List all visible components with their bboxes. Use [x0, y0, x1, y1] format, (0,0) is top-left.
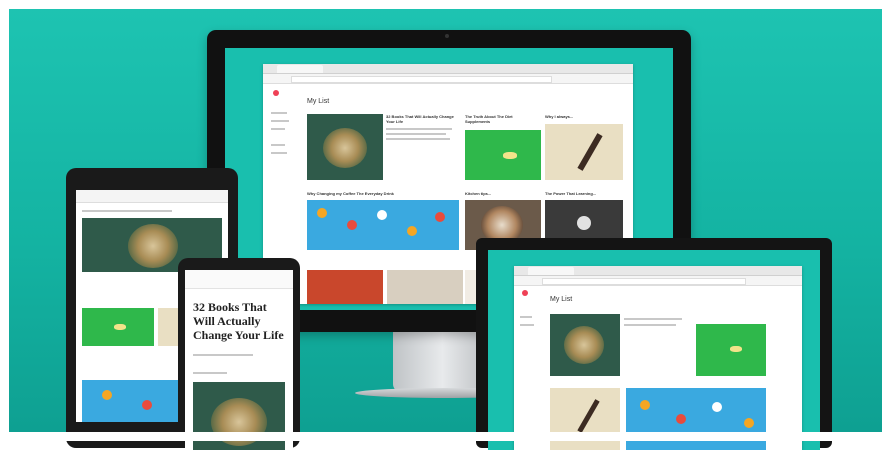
sidebar-item[interactable]	[520, 324, 534, 326]
scene-background: My List 32 Books That Will Actually Chan…	[0, 0, 891, 450]
card-image[interactable]	[696, 324, 766, 376]
card-title[interactable]: 32 Books That Will Actually Change Your …	[386, 114, 454, 124]
card-image[interactable]	[193, 382, 285, 450]
phone-device: 32 Books That Will Actually Change Your …	[178, 258, 300, 450]
sidebar-item[interactable]	[271, 144, 285, 146]
browser-tab-bar	[263, 64, 633, 74]
card-title[interactable]: Why I always...	[545, 114, 617, 119]
card-image[interactable]	[550, 314, 620, 376]
browser-url-bar	[514, 276, 802, 286]
sidebar-item[interactable]	[271, 128, 285, 130]
card-image[interactable]	[307, 114, 383, 180]
card-image[interactable]	[82, 308, 154, 346]
pocket-logo-icon[interactable]	[522, 290, 528, 296]
card-title[interactable]: Kitchen tips...	[465, 191, 539, 196]
card-title[interactable]: The Power That Learning...	[545, 191, 621, 196]
sidebar-item[interactable]	[271, 120, 289, 122]
page-heading: My List	[307, 98, 330, 105]
browser-url-bar	[263, 74, 633, 84]
card-image[interactable]	[307, 270, 383, 304]
address-field[interactable]	[542, 278, 746, 285]
tablet-article-title[interactable]	[82, 210, 172, 212]
sidebar-item[interactable]	[520, 316, 532, 318]
card-image[interactable]	[307, 200, 459, 250]
page-heading: My List	[550, 296, 573, 303]
browser-tab-bar	[514, 266, 802, 276]
monitor-screen: My List	[488, 250, 820, 450]
browser-tab[interactable]	[277, 65, 323, 73]
monitor-device: My List	[476, 238, 832, 450]
address-field[interactable]	[291, 76, 552, 83]
card-title[interactable]: The Truth About The Diet Supplements	[465, 114, 537, 124]
sidebar-item[interactable]	[271, 152, 287, 154]
phone-article-title: 32 Books That Will Actually Change Your …	[193, 300, 284, 342]
camera-icon	[445, 34, 449, 38]
browser-tab[interactable]	[528, 267, 574, 275]
phone-toolbar	[185, 270, 293, 289]
card-image[interactable]	[387, 270, 463, 304]
card-image[interactable]	[465, 130, 541, 180]
card-title[interactable]: Why Changing my Coffee The Everyday Drin…	[307, 191, 457, 196]
sidebar-item[interactable]	[271, 112, 287, 114]
phone-screen: 32 Books That Will Actually Change Your …	[185, 270, 293, 450]
card-image[interactable]	[545, 124, 623, 180]
browser-window: My List	[514, 266, 802, 450]
pocket-logo-icon[interactable]	[273, 90, 279, 96]
